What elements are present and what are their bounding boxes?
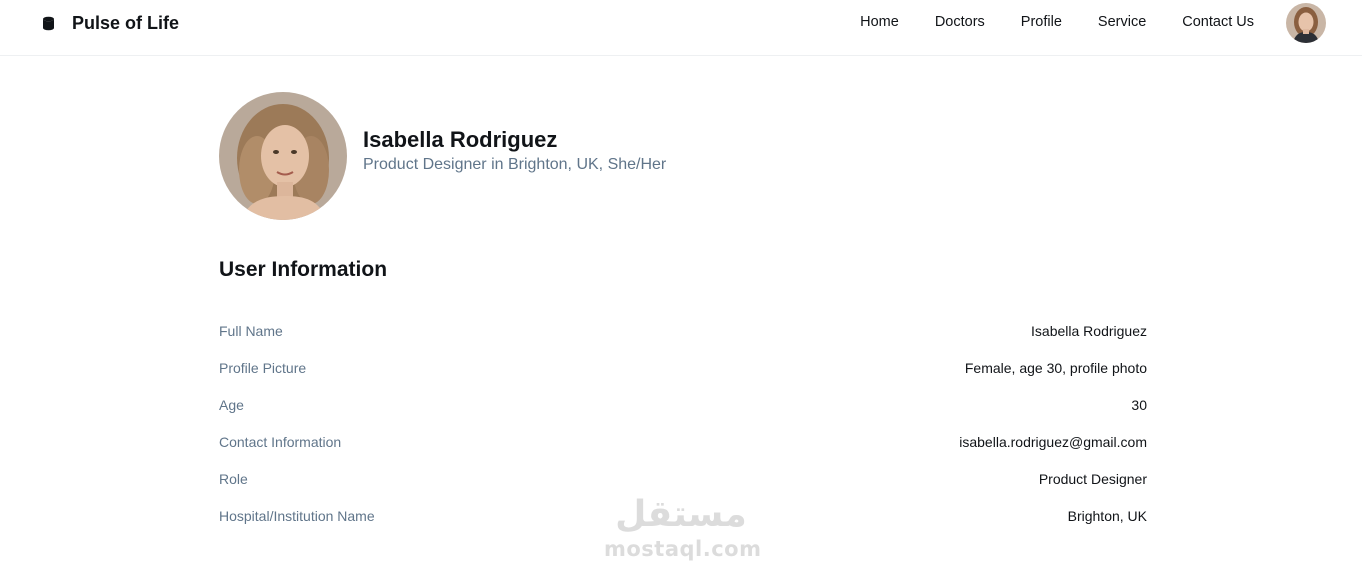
info-value: Brighton, UK: [1067, 507, 1147, 524]
info-value: isabella.rodriguez@gmail.com: [959, 433, 1147, 450]
info-row-profile-picture: Profile Picture Female, age 30, profile …: [219, 349, 1147, 386]
info-value: Product Designer: [1038, 470, 1147, 487]
profile-header: Isabella Rodriguez Product Designer in B…: [219, 92, 666, 220]
info-value: 30: [1131, 396, 1147, 413]
watermark-url: mostaql.com: [604, 537, 762, 561]
profile-text: Isabella Rodriguez Product Designer in B…: [363, 126, 666, 176]
nav-doctors[interactable]: Doctors: [935, 14, 985, 30]
info-value: Female, age 30, profile photo: [964, 359, 1147, 376]
info-row-role: Role Product Designer: [219, 460, 1147, 497]
info-label: Profile Picture: [219, 359, 307, 376]
info-label: Hospital/Institution Name: [219, 507, 375, 524]
info-label: Role: [219, 470, 248, 487]
info-row-full-name: Full Name Isabella Rodriguez: [219, 312, 1147, 349]
info-label: Age: [219, 396, 244, 413]
profile-photo: [219, 92, 347, 220]
nav-contact-us[interactable]: Contact Us: [1182, 14, 1254, 30]
database-icon: [40, 15, 56, 31]
profile-subtitle: Product Designer in Brighton, UK, She/He…: [363, 156, 667, 173]
brand-name: Pulse of Life: [72, 12, 180, 33]
watermark-logo: مستقل: [615, 494, 747, 535]
info-row-age: Age 30: [219, 386, 1147, 423]
info-row-contact-information: Contact Information isabella.rodriguez@g…: [219, 423, 1147, 460]
brand[interactable]: Pulse of Life: [40, 12, 179, 34]
info-label: Full Name: [219, 322, 283, 339]
nav-profile[interactable]: Profile: [1021, 14, 1062, 30]
section-title: User Information: [219, 258, 388, 281]
profile-name: Isabella Rodriguez: [363, 127, 558, 152]
user-avatar[interactable]: [1286, 3, 1326, 43]
top-navbar: Pulse of Life Home Doctors Profile Servi…: [0, 0, 1362, 56]
info-label: Contact Information: [219, 433, 342, 450]
watermark: مستقل mostaql.com: [604, 494, 762, 562]
main-nav: Home Doctors Profile Service Contact Us: [860, 14, 1254, 30]
nav-service[interactable]: Service: [1098, 14, 1146, 30]
info-value: Isabella Rodriguez: [1031, 322, 1147, 339]
nav-home[interactable]: Home: [860, 14, 899, 30]
